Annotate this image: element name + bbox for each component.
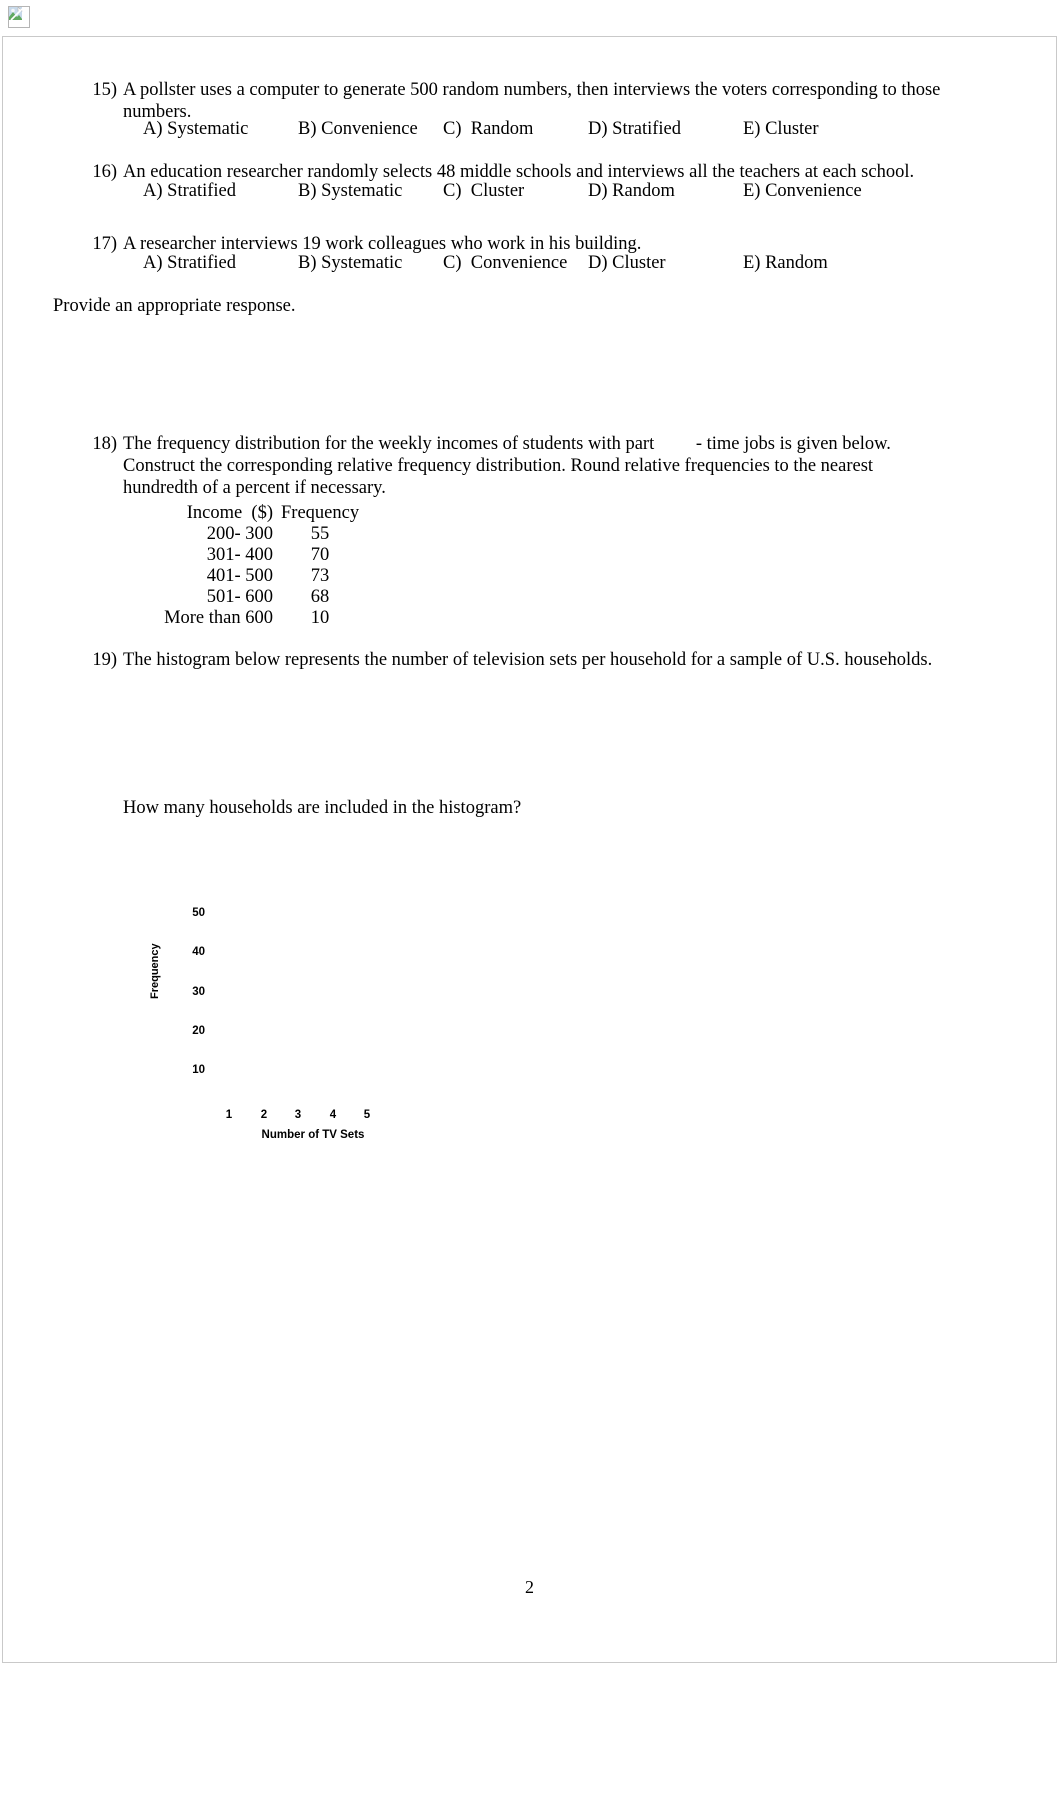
column-header-income: Income ($) [186, 503, 273, 523]
question-16-choice-e[interactable]: E) Convenience [743, 180, 862, 202]
choice-letter: E) [743, 119, 761, 139]
histogram-y-axis-label: Frequency [149, 943, 161, 999]
histogram-y-tick-40: 40 [192, 946, 205, 958]
choice-letter: A) [143, 181, 163, 201]
question-17-choice-a[interactable]: A) Stratified [143, 252, 236, 274]
table-row: 301- 400 70 [153, 545, 359, 566]
question-18-line-1: The frequency distribution for the weekl… [123, 434, 891, 454]
question-15-choice-e[interactable]: E) Cluster [743, 118, 819, 140]
histogram-x-tick-1: 1 [225, 1109, 233, 1121]
choice-text: Stratified [167, 181, 236, 201]
choice-text: Stratified [167, 253, 236, 273]
question-16-choice-d[interactable]: D) Random [588, 180, 675, 202]
cell-frequency: 55 [310, 524, 330, 544]
choice-letter: C) [443, 119, 462, 139]
histogram-x-tick-2: 2 [260, 1109, 268, 1121]
printed-page: 15) A pollster uses a computer to genera… [2, 36, 1057, 1663]
choice-text: Random [470, 119, 534, 139]
table-row: 200- 300 55 [153, 524, 359, 545]
choice-letter: E) [743, 181, 761, 201]
question-15-choice-b[interactable]: B) Convenience [298, 118, 418, 140]
cell-frequency: 68 [310, 587, 330, 607]
choice-letter: E) [743, 253, 761, 273]
choice-text: Convenience [321, 119, 418, 139]
choice-text: Random [612, 181, 675, 201]
cell-income: 200- 300 [206, 524, 273, 544]
cell-frequency: 73 [310, 566, 330, 586]
choice-letter: C) [443, 253, 462, 273]
choice-letter: D) [588, 181, 608, 201]
column-header-frequency: Frequency [281, 503, 360, 523]
choice-text: Convenience [765, 181, 862, 201]
question-15-line-1: A pollster uses a computer to generate 5… [123, 80, 941, 100]
choice-text: Random [765, 253, 828, 273]
choice-letter: D) [588, 253, 608, 273]
question-19-number: 19) [92, 650, 117, 670]
choice-letter: B) [298, 181, 317, 201]
table-row: 401- 500 73 [153, 566, 359, 587]
question-18-text: The frequency distribution for the weekl… [123, 433, 891, 499]
histogram-y-tick-10: 10 [192, 1064, 205, 1076]
question-16-choice-b[interactable]: B) Systematic [298, 180, 402, 202]
histogram-y-tick-30: 30 [192, 986, 205, 998]
histogram-x-tick-5: 5 [363, 1109, 371, 1121]
cell-income: 401- 500 [206, 566, 273, 586]
choice-text: Stratified [612, 119, 681, 139]
cell-frequency: 70 [310, 545, 330, 565]
choice-text: Convenience [470, 253, 568, 273]
histogram-x-tick-4: 4 [329, 1109, 337, 1121]
cell-frequency: 10 [310, 608, 330, 628]
choice-text: Systematic [167, 119, 249, 139]
choice-text: Cluster [765, 119, 819, 139]
cell-income: More than 600 [164, 608, 273, 628]
histogram-x-axis-label: Number of TV Sets [261, 1129, 365, 1141]
question-16-number: 16) [92, 162, 117, 182]
histogram-y-axis-ticks: 50 40 30 20 10 [163, 907, 205, 1107]
choice-letter: A) [143, 253, 163, 273]
question-16-choice-c[interactable]: C) Cluster [443, 180, 524, 202]
choice-letter: C) [443, 181, 462, 201]
question-16-choice-a[interactable]: A) Stratified [143, 180, 236, 202]
question-18-line-3: hundredth of a percent if necessary. [123, 478, 386, 498]
question-15-number: 15) [92, 80, 117, 100]
question-18-number: 18) [92, 434, 117, 454]
question-17-choice-c[interactable]: C) Convenience [443, 252, 567, 274]
page-number: 2 [525, 1577, 534, 1597]
tv-sets-histogram: Frequency 50 40 30 20 10 1 2 3 4 5 Numbe… [149, 907, 453, 1167]
choice-letter: B) [298, 119, 317, 139]
choice-text: Cluster [470, 181, 525, 201]
question-19-followup: How many households are included in the … [123, 798, 522, 818]
choice-letter: B) [298, 253, 317, 273]
frequency-distribution-table: Income ($) Frequency 200- 300 55 301- 40… [153, 503, 359, 629]
question-19-line-1: The histogram below represents the numbe… [123, 650, 933, 670]
broken-image-icon [8, 6, 30, 28]
cell-income: 501- 600 [206, 587, 273, 607]
histogram-y-tick-20: 20 [192, 1025, 205, 1037]
question-17-number: 17) [92, 234, 117, 254]
histogram-y-tick-50: 50 [192, 907, 205, 919]
table-row: 501- 600 68 [153, 587, 359, 608]
choice-text: Systematic [321, 181, 403, 201]
question-18-line-2: Construct the corresponding relative fre… [123, 456, 874, 476]
choice-text: Systematic [321, 253, 403, 273]
choice-letter: A) [143, 119, 163, 139]
question-15-choice-d[interactable]: D) Stratified [588, 118, 681, 140]
choice-text: Cluster [612, 253, 666, 273]
choice-letter: D) [588, 119, 608, 139]
cell-income: 301- 400 [206, 545, 273, 565]
table-row: More than 600 10 [153, 608, 359, 629]
table-header-row: Income ($) Frequency [153, 503, 359, 524]
question-17-choice-b[interactable]: B) Systematic [298, 252, 402, 274]
question-15-choice-a[interactable]: A) Systematic [143, 118, 248, 140]
question-15-text: A pollster uses a computer to generate 5… [123, 79, 940, 123]
question-17-choice-d[interactable]: D) Cluster [588, 252, 666, 274]
question-15-choice-c[interactable]: C) Random [443, 118, 533, 140]
section-directive: Provide an appropriate response. [53, 296, 296, 316]
question-19-text: The histogram below represents the numbe… [123, 649, 932, 671]
histogram-x-axis-ticks: 1 2 3 4 5 [213, 1109, 413, 1127]
question-17-choice-e[interactable]: E) Random [743, 252, 828, 274]
histogram-x-tick-3: 3 [294, 1109, 302, 1121]
